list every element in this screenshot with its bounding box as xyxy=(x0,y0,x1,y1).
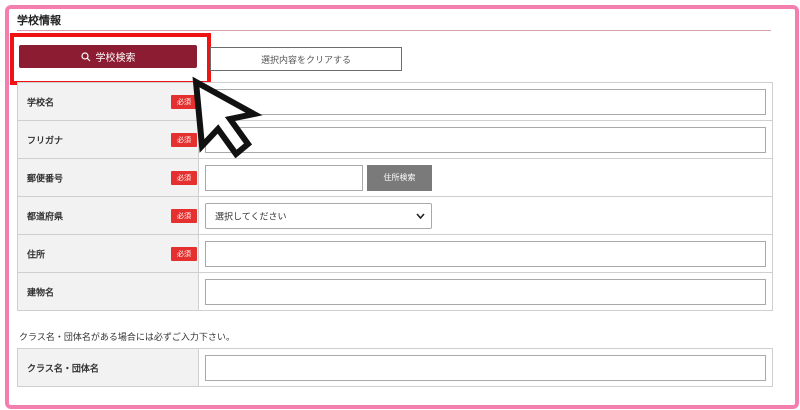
clear-selection-button[interactable]: 選択内容をクリアする xyxy=(210,47,402,71)
school-info-form: 学校名 必須 フリガナ 必須 郵便番号 必須 住所検索 都道府県 必須 選択して… xyxy=(17,82,773,311)
field-label: フリガナ xyxy=(27,136,64,146)
required-badge: 必須 xyxy=(171,246,197,261)
field-label: 住所 xyxy=(27,250,46,260)
field-label: クラス名・団体名 xyxy=(27,364,99,374)
prefecture-select-value: 選択してください xyxy=(215,212,287,222)
address-search-button[interactable]: 住所検索 xyxy=(367,164,432,191)
section-divider xyxy=(17,30,771,31)
form-row-class-name: クラス名・団体名 xyxy=(17,348,773,387)
school-name-input[interactable] xyxy=(205,88,766,115)
form-row-postal-code: 郵便番号 必須 住所検索 xyxy=(17,158,773,197)
postal-code-input[interactable] xyxy=(205,164,363,191)
required-badge: 必須 xyxy=(171,132,197,147)
class-info-form: クラス名・団体名 xyxy=(17,348,773,387)
field-label: 郵便番号 xyxy=(27,174,64,184)
address-input[interactable] xyxy=(205,240,766,267)
required-badge: 必須 xyxy=(171,170,197,185)
form-row-prefecture: 都道府県 必須 選択してください xyxy=(17,196,773,235)
building-name-input[interactable] xyxy=(205,278,766,305)
form-row-furigana: フリガナ 必須 xyxy=(17,120,773,159)
prefecture-select[interactable]: 選択してください xyxy=(205,202,432,229)
highlight-annotation xyxy=(10,33,211,85)
form-row-building: 建物名 xyxy=(17,272,773,311)
chevron-down-icon xyxy=(416,212,425,219)
form-row-school-name: 学校名 必須 xyxy=(17,82,773,121)
field-label: 学校名 xyxy=(27,98,55,108)
section-title: 学校情報 xyxy=(17,14,61,27)
required-badge: 必須 xyxy=(171,208,197,223)
class-name-note: クラス名・団体名がある場合には必ずご入力下さい。 xyxy=(19,333,235,343)
class-name-input[interactable] xyxy=(205,354,766,381)
field-label: 建物名 xyxy=(27,288,55,298)
form-row-address: 住所 必須 xyxy=(17,234,773,273)
field-label: 都道府県 xyxy=(27,212,64,222)
furigana-input[interactable] xyxy=(205,126,766,153)
required-badge: 必須 xyxy=(171,94,197,109)
